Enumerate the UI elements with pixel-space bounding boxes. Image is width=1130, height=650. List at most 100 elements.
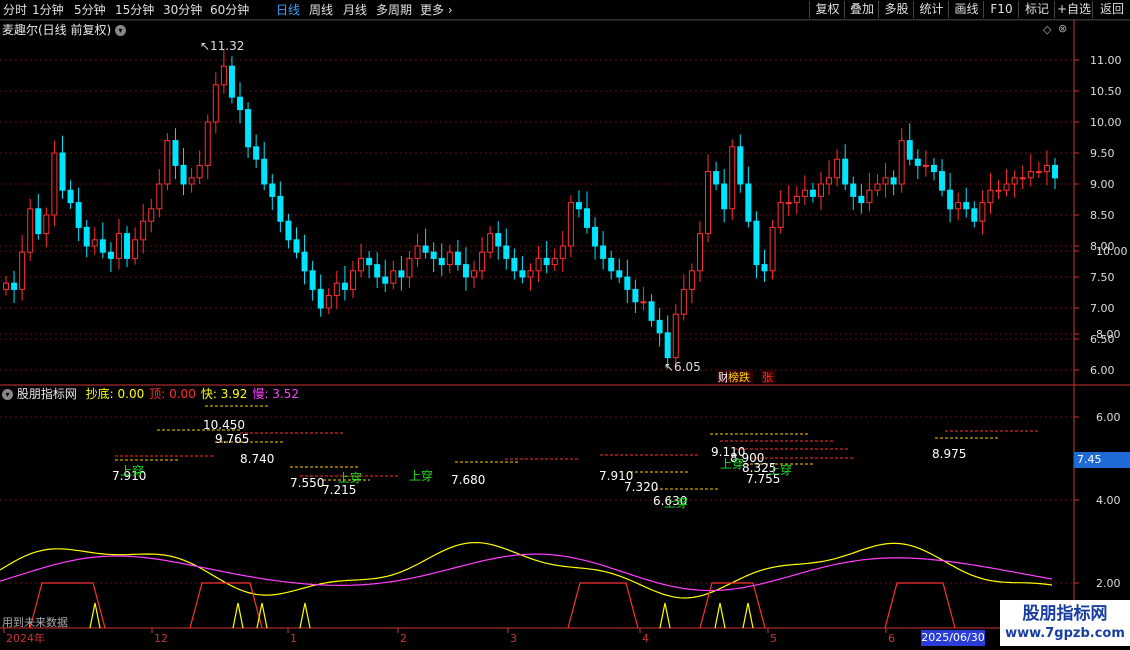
high-price-marker: ↖11.32 <box>200 39 244 53</box>
candle-body <box>995 189 1002 192</box>
candle-body <box>107 251 114 259</box>
candle-body <box>51 152 58 216</box>
candle-body <box>753 220 760 266</box>
cross-signal-label: 上穿 <box>409 468 433 483</box>
candle-body <box>705 171 712 235</box>
candle-body <box>132 239 139 259</box>
candle-body <box>842 158 849 185</box>
candle-body <box>583 208 590 228</box>
candle-body <box>777 202 784 228</box>
candle-body <box>148 208 155 222</box>
candle-body <box>1052 164 1058 179</box>
candle-body <box>309 270 316 290</box>
candle-body <box>172 140 179 166</box>
candle-body <box>850 183 857 197</box>
bottom-signal <box>232 602 244 629</box>
price-tick-label: 6.00 <box>1090 364 1115 377</box>
candle-body <box>971 208 978 222</box>
date-label: 1 <box>290 632 297 645</box>
candle-body <box>874 183 881 191</box>
candle-body <box>640 301 647 304</box>
candle-body <box>446 251 453 266</box>
slow-line <box>0 553 1053 592</box>
candle-body <box>1035 171 1042 174</box>
indicator-tick-label: 4.00 <box>1096 494 1121 507</box>
candle-body <box>366 257 373 266</box>
price-tick-label: 10.00 <box>1090 116 1122 129</box>
candle-body <box>99 239 106 253</box>
candle-body <box>27 208 34 253</box>
candle-body <box>987 189 994 204</box>
price-level-label: 9.765 <box>215 432 249 446</box>
candle-body <box>769 226 776 272</box>
candle-body <box>817 183 824 197</box>
candle-body <box>519 270 526 278</box>
candle-body <box>745 183 752 222</box>
date-label: 5 <box>770 632 777 645</box>
candle-body <box>882 177 889 185</box>
candle-body <box>374 264 381 278</box>
candle-body <box>495 233 502 247</box>
candle-body <box>3 282 9 290</box>
candle-body <box>688 270 695 290</box>
candle-body <box>91 239 98 247</box>
candle-body <box>333 282 340 297</box>
candle-body <box>866 189 873 204</box>
price-level-label: 8.740 <box>240 452 274 466</box>
date-label: 6 <box>888 632 895 645</box>
candle-body <box>479 251 486 272</box>
candle-body <box>67 189 74 204</box>
date-label: 4 <box>642 632 649 645</box>
candle-body <box>947 189 954 210</box>
candle-body <box>680 288 687 315</box>
price-level-label: 10.450 <box>203 418 245 432</box>
candle-body <box>543 257 550 266</box>
bottom-signal <box>299 602 311 629</box>
top-signal <box>189 582 263 629</box>
date-label: 2024年 <box>6 631 45 645</box>
future-data-note: 用到未来数据 <box>2 616 68 629</box>
candle-body <box>390 270 397 284</box>
date-label: 2 <box>400 632 407 645</box>
indicator-tick-label: 6.00 <box>1096 411 1121 424</box>
bottom-signal <box>742 602 754 629</box>
candle-body <box>75 202 82 228</box>
candle-body <box>83 226 90 247</box>
candle-body <box>293 239 300 253</box>
candle-body <box>349 270 356 290</box>
candle-body <box>430 251 437 259</box>
candle-body <box>575 202 582 210</box>
price-level-label: 8.975 <box>932 447 966 461</box>
candle-body <box>785 202 792 205</box>
candle-body <box>43 214 50 235</box>
candle-body <box>228 65 235 98</box>
price-level-label: 7.550 <box>290 476 324 490</box>
top-signal <box>699 582 766 629</box>
candle-body <box>317 288 324 309</box>
candle-body <box>979 202 986 222</box>
price-tick-label: 10.50 <box>1090 85 1122 98</box>
candle-body <box>922 164 929 167</box>
price-level-label: 7.320 <box>624 480 658 494</box>
stock-chart[interactable]: 11.00 10.50 10.00 9.50 9.00 8.50 8.00 7.50 7.00 6… <box>0 0 1130 650</box>
price-level-label: 7.215 <box>322 483 356 497</box>
candle-body <box>737 146 744 185</box>
candle-body <box>914 158 921 166</box>
candle-body <box>930 164 937 173</box>
watermark-url: www.7gpzb.com <box>1005 626 1125 641</box>
price-tick-label: 11.00 <box>1090 54 1122 67</box>
candle-body <box>721 183 728 210</box>
candle-body <box>826 177 833 185</box>
top-signal <box>567 582 639 629</box>
candle-body <box>1011 177 1018 185</box>
fast-line <box>0 541 1053 599</box>
cross-signal-label: 上穿 <box>120 463 144 478</box>
candle-body <box>551 257 558 266</box>
candle-body <box>600 245 607 259</box>
candle-body <box>858 195 865 204</box>
candle-body <box>188 177 195 185</box>
candle-body <box>955 202 962 210</box>
candle-body <box>963 202 970 210</box>
candle-body <box>567 202 574 247</box>
candle-body <box>212 84 219 123</box>
